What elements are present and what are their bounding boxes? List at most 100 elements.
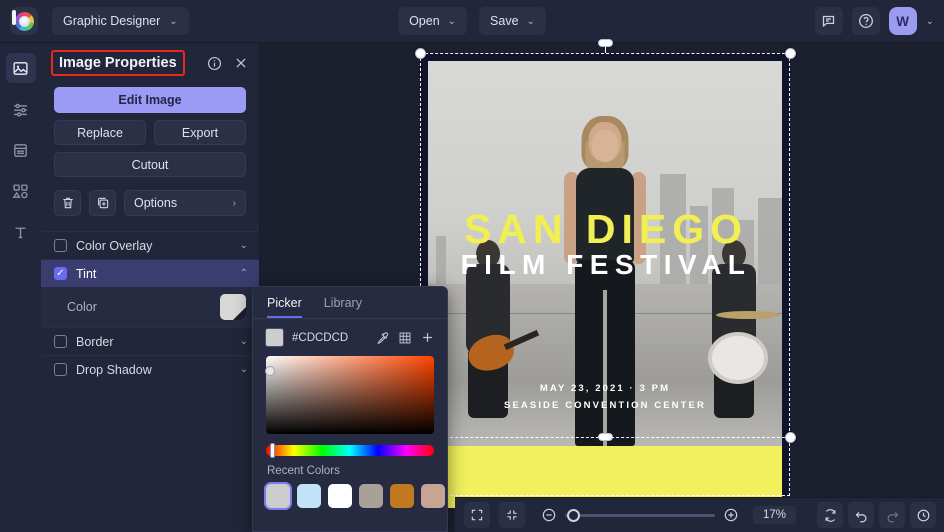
options-button[interactable]: Options ›	[124, 190, 246, 216]
recent-color-swatch[interactable]	[390, 484, 414, 508]
cutout-button[interactable]: Cutout	[54, 152, 246, 177]
sidebar-item-images[interactable]	[6, 53, 36, 83]
resize-handle-bottom-center[interactable]	[598, 433, 613, 441]
sliders-icon	[12, 101, 29, 118]
sidebar-item-text[interactable]	[6, 217, 36, 247]
zoom-level-value[interactable]: 17%	[753, 506, 796, 524]
recent-colors-label: Recent Colors	[267, 465, 447, 477]
user-avatar[interactable]: W	[889, 7, 917, 35]
grid-icon	[398, 331, 412, 345]
accordion-label: Drop Shadow	[76, 363, 231, 377]
poster-venue-line: SEASIDE CONVENTION CENTER	[428, 400, 782, 411]
top-bar: Graphic Designer ⌄ Open ⌄ Save ⌄	[0, 0, 944, 43]
zoom-controls	[541, 507, 739, 523]
history-button[interactable]	[910, 502, 936, 528]
panel-header-icons	[207, 56, 248, 71]
zoom-slider-thumb[interactable]	[567, 509, 580, 522]
sidebar-item-shapes[interactable]	[6, 176, 36, 206]
delete-button[interactable]	[54, 190, 81, 216]
accordion-color-overlay[interactable]: Color Overlay ⌄	[41, 231, 259, 259]
poster-date-line: MAY 23, 2021 · 3 PM	[428, 383, 782, 394]
undo-button[interactable]	[848, 502, 874, 528]
right-actions: W ⌄	[815, 7, 934, 35]
recent-color-swatch[interactable]	[266, 484, 290, 508]
chevron-up-icon: ⌃	[240, 268, 248, 279]
recent-color-swatch[interactable]	[421, 484, 445, 508]
close-panel-button[interactable]	[234, 56, 248, 70]
account-chevron-down-icon[interactable]: ⌄	[926, 16, 934, 27]
sv-selector-dot[interactable]	[265, 366, 275, 376]
replace-button[interactable]: Replace	[54, 120, 146, 145]
rotate-handle[interactable]	[598, 39, 613, 47]
tab-picker[interactable]: Picker	[267, 296, 302, 318]
drop-shadow-checkbox[interactable]	[54, 363, 67, 376]
duplicate-button[interactable]	[89, 190, 116, 216]
chevron-down-icon: ⌄	[240, 364, 248, 375]
color-picker-popup[interactable]: Picker Library #CDCDCD	[252, 286, 448, 532]
page-title: Image Properties	[51, 50, 185, 76]
hex-input[interactable]: #CDCDCD	[292, 332, 368, 344]
zoom-slider[interactable]	[565, 514, 715, 517]
color-overlay-checkbox[interactable]	[54, 239, 67, 252]
panel-header: Image Properties	[41, 43, 259, 83]
current-color-chip[interactable]	[265, 328, 284, 347]
recent-color-swatch[interactable]	[359, 484, 383, 508]
app-logo-button[interactable]	[10, 7, 38, 35]
picker-tabs: Picker Library	[253, 287, 447, 319]
resize-handle-right[interactable]	[785, 432, 796, 443]
fullscreen-button[interactable]	[464, 502, 490, 528]
add-color-button[interactable]	[420, 330, 435, 345]
saturation-value-field[interactable]	[266, 356, 434, 434]
redo-button[interactable]	[879, 502, 905, 528]
tab-library[interactable]: Library	[324, 296, 362, 318]
hue-slider-thumb[interactable]	[270, 443, 275, 458]
open-button[interactable]: Open ⌄	[398, 7, 467, 35]
object-tools-row: Options ›	[54, 190, 246, 216]
reset-icon	[823, 508, 838, 523]
comment-icon	[821, 14, 836, 29]
sidebar-item-layers[interactable]	[6, 135, 36, 165]
history-icon	[916, 508, 931, 523]
resize-handle-top-left[interactable]	[415, 48, 426, 59]
border-checkbox[interactable]	[54, 335, 67, 348]
app-root: Graphic Designer ⌄ Open ⌄ Save ⌄	[0, 0, 944, 532]
accordion-label: Color Overlay	[76, 239, 231, 253]
eyedropper-button[interactable]	[376, 331, 390, 345]
poster-title-line2: FILM FESTIVAL	[428, 249, 782, 281]
comments-button[interactable]	[815, 7, 843, 35]
chevron-down-icon: ⌄	[448, 16, 456, 27]
zoom-in-button[interactable]	[723, 507, 739, 523]
accordion-drop-shadow[interactable]: Drop Shadow ⌄	[41, 355, 259, 383]
save-button[interactable]: Save ⌄	[479, 7, 546, 35]
image-icon	[12, 60, 29, 77]
help-button[interactable]	[852, 7, 880, 35]
accordion-tint[interactable]: Tint ⌃	[41, 259, 259, 287]
accordion-border[interactable]: Border ⌄	[41, 327, 259, 355]
palette-grid-button[interactable]	[398, 331, 412, 345]
fit-to-screen-button[interactable]	[499, 502, 525, 528]
resize-handle-top-right[interactable]	[785, 48, 796, 59]
zoom-in-icon	[723, 507, 739, 523]
recent-color-swatch[interactable]	[297, 484, 321, 508]
document-name-dropdown[interactable]: Graphic Designer ⌄	[52, 7, 189, 35]
chevron-down-icon: ⌄	[169, 16, 177, 27]
recent-color-swatch[interactable]	[328, 484, 352, 508]
zoom-out-button[interactable]	[541, 507, 557, 523]
export-button[interactable]: Export	[154, 120, 246, 145]
sidebar-item-adjustments[interactable]	[6, 94, 36, 124]
hue-slider[interactable]	[266, 445, 434, 456]
replace-export-row: Replace Export	[54, 120, 246, 145]
accordion-label: Border	[76, 335, 231, 349]
trash-icon	[61, 196, 75, 210]
history-controls	[817, 502, 936, 528]
accordion-label: Tint	[76, 267, 231, 281]
tint-color-swatch-button[interactable]	[220, 294, 246, 320]
artboard[interactable]: SAN DIEGO FILM FESTIVAL MAY 23, 2021 · 3…	[420, 53, 790, 496]
edit-image-button[interactable]: Edit Image	[54, 87, 246, 113]
subject-face	[592, 130, 619, 162]
tint-checkbox[interactable]	[54, 267, 67, 280]
info-button[interactable]	[207, 56, 222, 71]
chevron-down-icon: ⌄	[240, 240, 248, 251]
reset-button[interactable]	[817, 502, 843, 528]
text-icon	[12, 224, 29, 241]
